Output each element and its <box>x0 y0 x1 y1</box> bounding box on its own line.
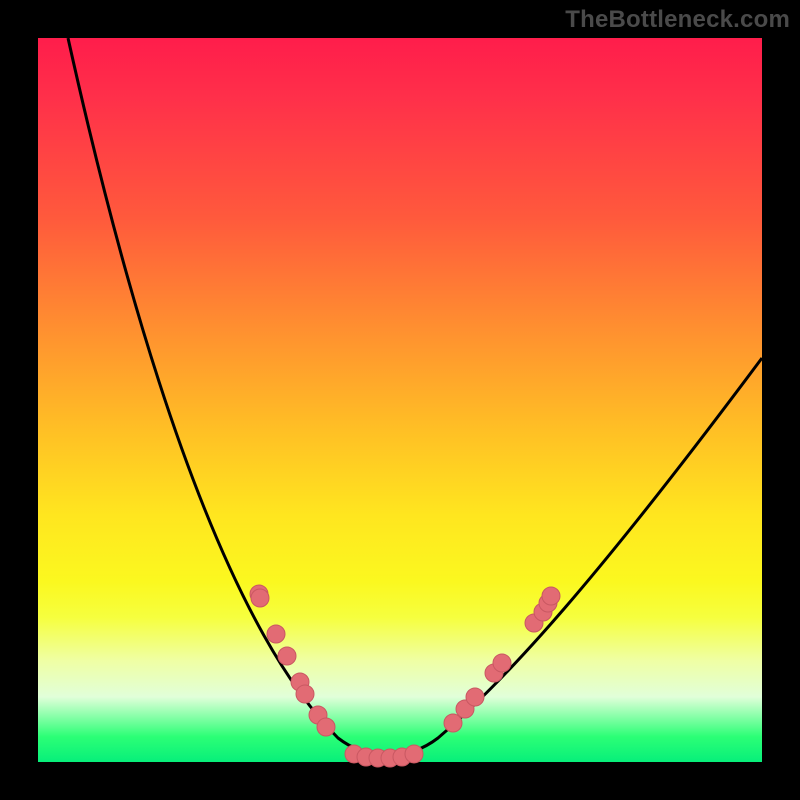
plot-area <box>38 38 762 762</box>
curve-marker <box>405 745 423 763</box>
curve-marker <box>267 625 285 643</box>
bottleneck-curve <box>68 38 762 755</box>
curve-marker <box>542 587 560 605</box>
curve-marker <box>444 714 462 732</box>
chart-frame: TheBottleneck.com <box>0 0 800 800</box>
curve-svg <box>38 38 762 762</box>
curve-marker <box>278 647 296 665</box>
curve-marker <box>493 654 511 672</box>
marker-group <box>250 585 560 767</box>
curve-marker <box>251 589 269 607</box>
curve-marker <box>466 688 484 706</box>
curve-marker <box>317 718 335 736</box>
curve-marker <box>296 685 314 703</box>
watermark-text: TheBottleneck.com <box>565 6 790 34</box>
